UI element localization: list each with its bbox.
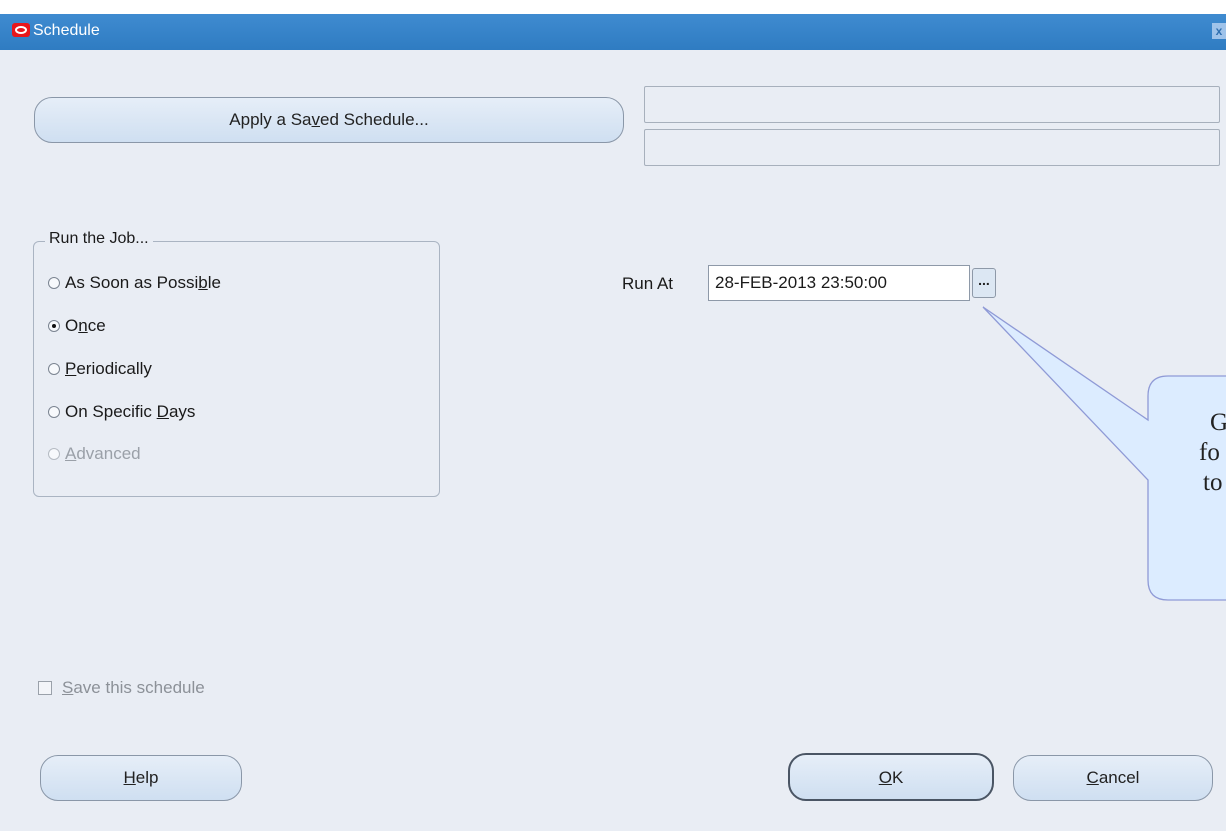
run-at-input[interactable]: 28-FEB-2013 23:50:00 [708, 265, 970, 301]
radio-button-selected[interactable] [48, 320, 60, 332]
apply-saved-schedule-button[interactable]: Apply a Saved Schedule... [34, 97, 624, 143]
help-button[interactable]: Help [40, 755, 242, 801]
apply-saved-schedule-label: Apply a Saved Schedule... [229, 110, 429, 129]
radio-label: As Soon as Possible [65, 273, 221, 292]
callout-line: to [1203, 469, 1223, 496]
radio-button[interactable] [48, 277, 60, 289]
save-schedule-label: Save this schedule [62, 678, 205, 697]
radio-label: Advanced [65, 444, 141, 463]
schedule-info-field-2 [644, 129, 1220, 166]
callout-line: G [1210, 409, 1226, 436]
run-at-label: Run At [622, 274, 674, 293]
window-title: Schedule [33, 22, 100, 39]
ok-button[interactable]: OK [788, 753, 994, 801]
save-schedule-checkbox [38, 681, 52, 695]
cancel-button[interactable]: Cancel [1013, 755, 1213, 801]
radio-button-disabled [48, 448, 60, 460]
callout-text: G fo to [1170, 408, 1226, 528]
radio-label: Once [65, 316, 106, 335]
ellipsis-icon[interactable]: ... [972, 268, 996, 298]
help-button-label: Help [123, 768, 159, 787]
title-bar: Schedule x [0, 14, 1226, 50]
window-top-strip [0, 0, 1226, 14]
run-the-job-legend: Run the Job... [45, 230, 153, 248]
radio-label: Periodically [65, 359, 152, 378]
radio-label: On Specific Days [65, 402, 196, 421]
schedule-info-field-1 [644, 86, 1220, 123]
callout-line: fo [1199, 439, 1220, 466]
oracle-logo-icon [12, 23, 30, 37]
close-icon[interactable]: x [1212, 23, 1226, 39]
cancel-button-label: Cancel [1086, 768, 1140, 787]
ok-button-label: OK [878, 768, 904, 787]
radio-button[interactable] [48, 363, 60, 375]
radio-button[interactable] [48, 406, 60, 418]
